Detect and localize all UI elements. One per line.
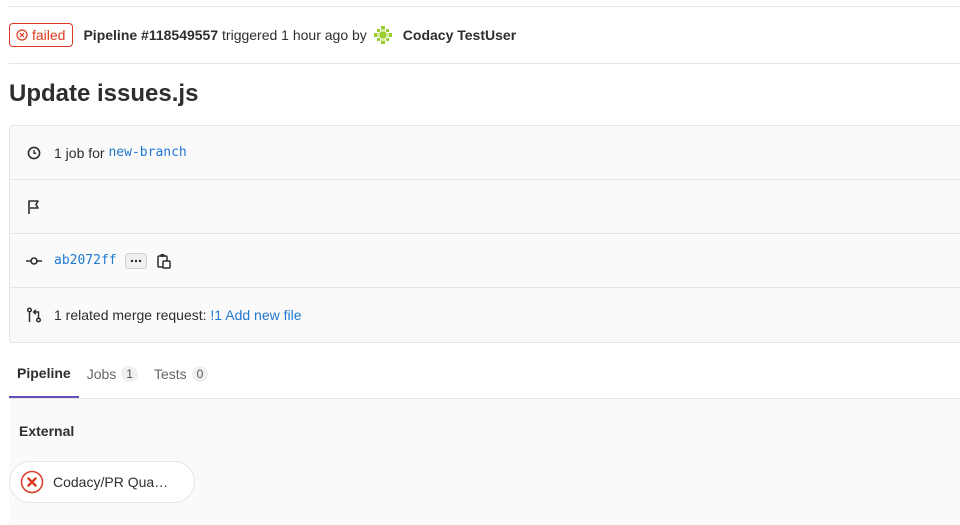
tab-count-badge: 1 xyxy=(121,366,138,382)
toggle-description-button[interactable] xyxy=(124,252,147,269)
pipeline-graph: External Codacy/PR Qua… xyxy=(9,399,960,525)
pipeline-tabs: Pipeline Jobs 1 Tests 0 xyxy=(9,350,960,399)
clipboard-icon xyxy=(156,253,171,269)
tab-tests[interactable]: Tests 0 xyxy=(146,350,216,398)
page-title: Update issues.js xyxy=(9,80,199,107)
job-item[interactable]: Codacy/PR Qua… xyxy=(9,461,195,503)
mr-title: Add new file xyxy=(225,307,302,323)
tab-pipeline[interactable]: Pipeline xyxy=(9,350,79,398)
stage-title: External xyxy=(19,423,75,439)
clock-icon xyxy=(25,144,43,162)
flag-icon xyxy=(25,198,43,216)
tab-jobs[interactable]: Jobs 1 xyxy=(79,350,146,398)
merge-request-icon xyxy=(25,306,43,324)
branch-link[interactable]: new-branch xyxy=(108,145,186,160)
ellipsis-icon xyxy=(130,259,141,262)
pipeline-header: failed Pipeline #118549557 triggered 1 h… xyxy=(9,7,960,64)
commit-sha-link[interactable]: ab2072ff xyxy=(54,253,117,268)
tab-count-badge: 0 xyxy=(191,366,209,382)
mr-prefix: 1 related merge request: xyxy=(54,307,207,323)
commit-row: ab2072ff xyxy=(10,234,960,288)
job-failed-icon xyxy=(20,470,44,494)
status-badge[interactable]: failed xyxy=(9,23,74,47)
mr-id: !1 xyxy=(210,307,223,323)
user-link[interactable]: Codacy TestUser xyxy=(403,27,516,43)
status-label: failed xyxy=(32,27,66,43)
tab-label: Jobs xyxy=(86,366,117,382)
tab-label: Tests xyxy=(153,366,187,382)
merge-request-row: 1 related merge request: !1 Add new file xyxy=(10,288,960,342)
pipeline-id: Pipeline #118549557 xyxy=(83,27,219,43)
job-name: Codacy/PR Qua… xyxy=(53,474,169,490)
triggered-text: triggered 1 hour ago by xyxy=(222,27,367,43)
copy-sha-button[interactable] xyxy=(156,253,171,269)
jobs-prefix: 1 job for xyxy=(54,144,105,161)
flag-row xyxy=(10,180,960,234)
pipeline-summary: Pipeline #118549557 triggered 1 hour ago… xyxy=(83,25,516,45)
avatar[interactable] xyxy=(372,25,393,45)
jobs-row: 1 job for new-branch xyxy=(10,126,960,180)
failed-status-icon xyxy=(16,29,28,41)
tab-label: Pipeline xyxy=(17,365,71,381)
pipeline-info-box: 1 job for new-branch ab2072ff 1 related … xyxy=(9,125,960,343)
mr-link[interactable]: !1 Add new file xyxy=(210,307,301,323)
commit-icon xyxy=(25,252,43,270)
